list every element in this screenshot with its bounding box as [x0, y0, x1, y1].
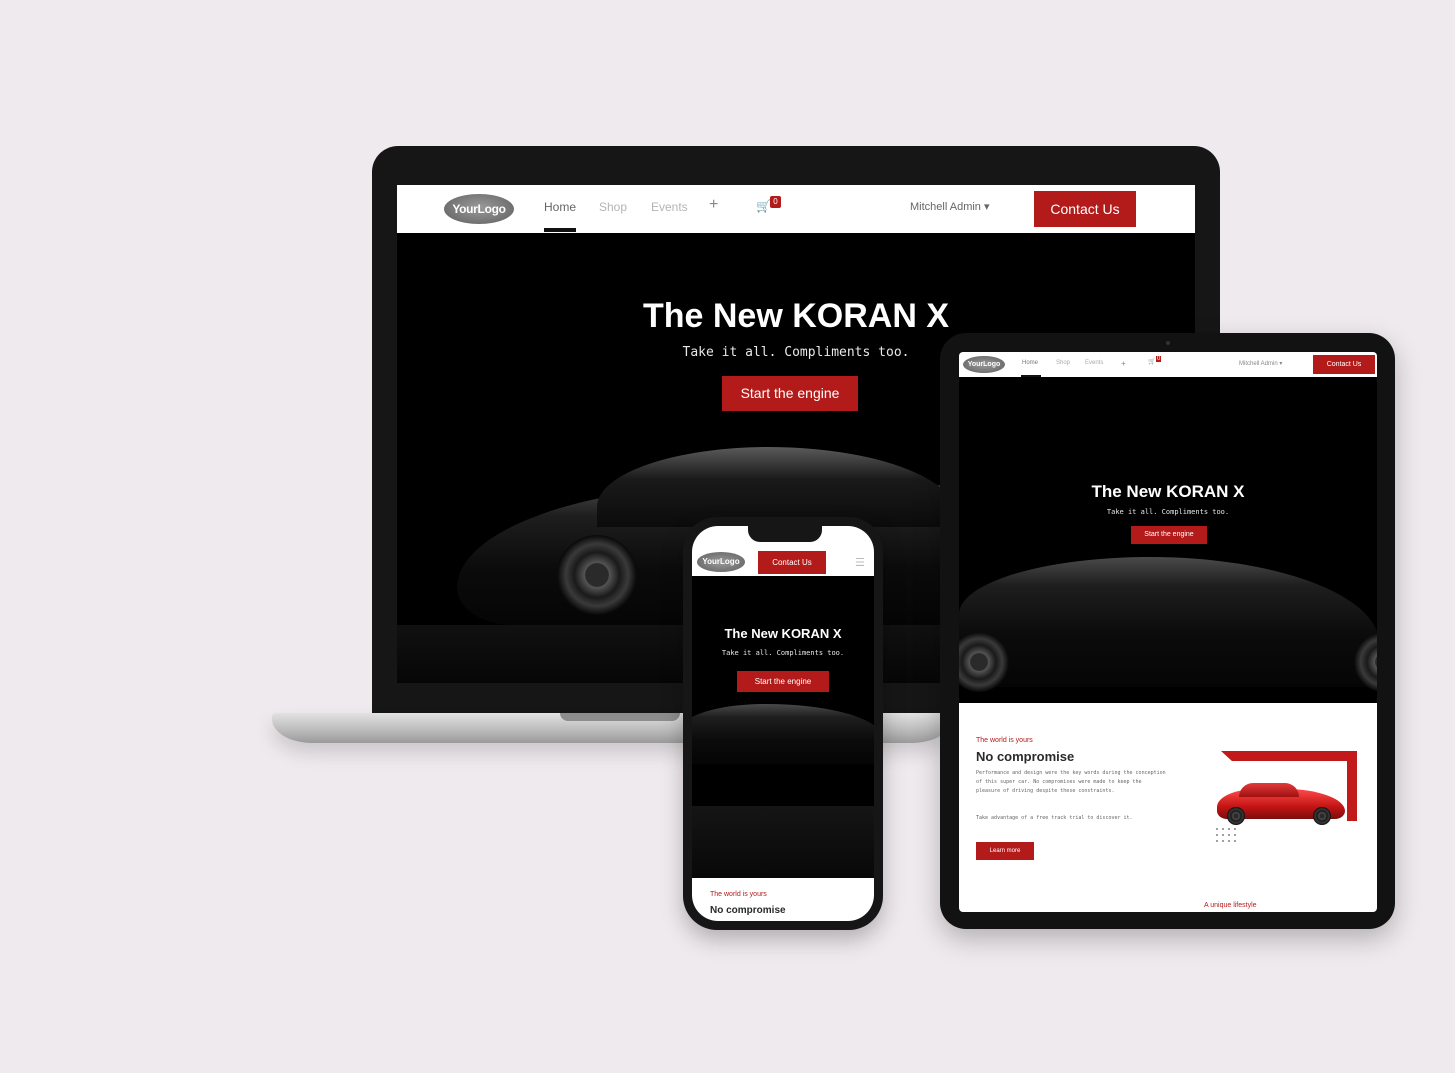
- section-eyebrow: The world is yours: [976, 737, 1033, 744]
- start-engine-button[interactable]: Start the engine: [1131, 526, 1207, 544]
- hamburger-icon[interactable]: ☰: [855, 556, 865, 569]
- hero-subtitle: Take it all. Compliments too.: [1106, 508, 1230, 516]
- plus-icon[interactable]: +: [709, 196, 718, 214]
- nav-events[interactable]: Events: [651, 200, 688, 214]
- learn-more-button[interactable]: Learn more: [976, 842, 1034, 860]
- site-logo[interactable]: YourLogo: [697, 552, 745, 572]
- hero-title: The New KORAN X: [642, 297, 950, 335]
- section-title: No compromise: [976, 749, 1075, 764]
- section-eyebrow: The world is yours: [710, 891, 767, 898]
- cart-count-badge: 0: [1156, 356, 1162, 362]
- section-paragraph-1: Performance and design were the key word…: [976, 770, 1166, 794]
- tablet-camera: [1166, 341, 1170, 345]
- feature-section: The world is yours No compromise Perform…: [959, 703, 1377, 912]
- chevron-down-icon: ▾: [1279, 361, 1283, 367]
- site-logo[interactable]: YourLogo: [444, 194, 514, 224]
- start-engine-button[interactable]: Start the engine: [722, 376, 858, 411]
- section-title: No compromise: [710, 905, 786, 916]
- cart-icon[interactable]: 🛒: [756, 199, 771, 213]
- laptop-navbar: YourLogo Home Shop Events + 🛒 0 Mitchell…: [397, 185, 1195, 233]
- contact-us-button[interactable]: Contact Us: [1034, 191, 1136, 227]
- hero-title: The New KORAN X: [724, 626, 842, 641]
- user-menu[interactable]: Mitchell Admin ▾: [1239, 360, 1282, 367]
- tablet-screen: YourLogo Home Shop Events + 🛒 0 Mitchell…: [959, 352, 1377, 912]
- plus-icon[interactable]: +: [1121, 359, 1126, 368]
- user-menu[interactable]: Mitchell Admin ▾: [910, 200, 990, 213]
- contact-us-button[interactable]: Contact Us: [1313, 355, 1375, 374]
- tablet-navbar: YourLogo Home Shop Events + 🛒 0 Mitchell…: [959, 352, 1377, 377]
- hero-subtitle: Take it all. Compliments too.: [721, 649, 845, 657]
- section-paragraph-2: Take advantage of a free track trial to …: [976, 815, 1133, 821]
- active-nav-indicator: [1021, 375, 1041, 377]
- next-section-title: A unique lifestyle: [1204, 902, 1257, 909]
- user-name: Mitchell Admin: [1239, 361, 1278, 367]
- nav-shop[interactable]: Shop: [599, 200, 627, 214]
- feature-section: The world is yours No compromise: [692, 878, 874, 921]
- hero-title: The New KORAN X: [1091, 482, 1245, 501]
- laptop-notch: [560, 713, 680, 721]
- nav-shop[interactable]: Shop: [1056, 360, 1070, 366]
- nav-home[interactable]: Home: [544, 200, 576, 214]
- start-engine-button[interactable]: Start the engine: [737, 671, 829, 692]
- nav-events[interactable]: Events: [1085, 360, 1103, 366]
- nav-home[interactable]: Home: [1022, 360, 1038, 366]
- cart-count-badge: 0: [770, 196, 781, 208]
- phone-screen: YourLogo Contact Us ☰ The New KORAN X Ta…: [692, 526, 874, 921]
- phone-notch: [748, 524, 822, 542]
- user-name: Mitchell Admin: [910, 201, 981, 213]
- site-logo[interactable]: YourLogo: [963, 356, 1005, 373]
- cart-icon[interactable]: 🛒: [1148, 358, 1155, 365]
- active-nav-indicator: [544, 228, 576, 232]
- chevron-down-icon: ▾: [983, 201, 990, 213]
- contact-us-button[interactable]: Contact Us: [758, 551, 826, 574]
